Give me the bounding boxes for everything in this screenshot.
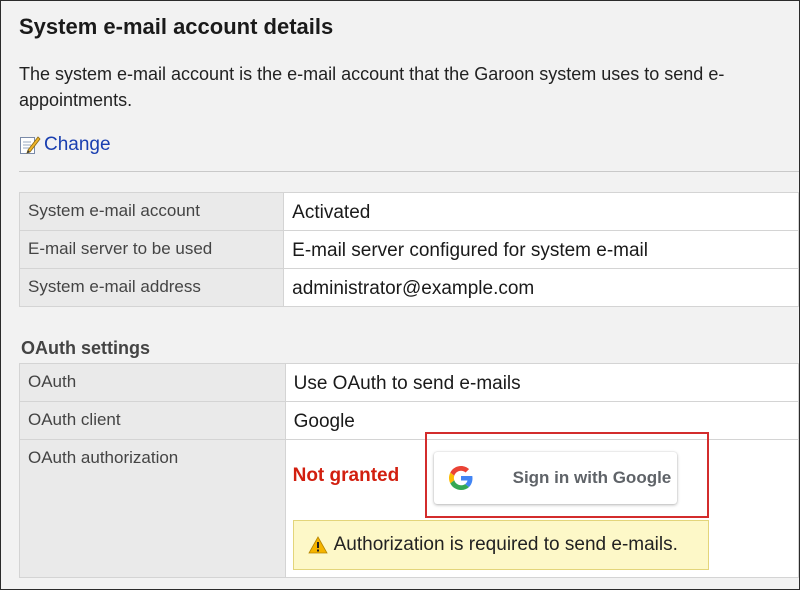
row-label: OAuth authorization — [19, 439, 286, 578]
row-label: OAuth client — [19, 401, 286, 440]
row-value: E-mail server configured for system e-ma… — [283, 230, 799, 269]
section-divider — [19, 171, 799, 172]
oauth-settings-table: OAuth Use OAuth to send e-mails OAuth cl… — [19, 363, 799, 578]
table-row: OAuth authorization Not granted Sign in … — [19, 439, 799, 578]
edit-note-icon — [19, 134, 41, 156]
row-label: E-mail server to be used — [18, 230, 285, 269]
warning-triangle-icon — [307, 536, 328, 554]
row-value: Use OAuth to send e-mails — [284, 363, 799, 402]
table-row: OAuth client Google — [19, 401, 799, 440]
row-label: System e-mail account — [18, 192, 285, 231]
table-row: E-mail server to be used E-mail server c… — [18, 230, 799, 269]
table-row: OAuth Use OAuth to send e-mails — [19, 363, 799, 402]
sign-in-with-google-button[interactable]: Sign in with Google — [433, 452, 677, 504]
page-title: System e-mail account details — [19, 14, 334, 39]
table-row: System e-mail account Activated — [18, 192, 799, 231]
page-description: The system e-mail account is the e-mail … — [19, 61, 799, 113]
row-value: Google — [284, 401, 799, 440]
table-row: System e-mail address administrator@exam… — [18, 268, 799, 307]
row-label: System e-mail address — [18, 268, 285, 307]
window-frame: System e-mail account details The system… — [0, 0, 800, 590]
row-value: administrator@example.com — [283, 268, 799, 307]
oauth-settings-heading: OAuth settings — [21, 338, 150, 358]
system-email-table: System e-mail account Activated E-mail s… — [18, 192, 799, 307]
change-link[interactable]: Change — [19, 134, 111, 156]
description-line-2: appointments. — [19, 90, 133, 110]
sign-in-label[interactable]: Sign in with Google — [513, 468, 672, 488]
row-label: OAuth — [19, 363, 286, 402]
row-value: Activated — [283, 192, 799, 231]
google-g-icon — [448, 466, 473, 490]
description-line-1: The system e-mail account is the e-mail … — [19, 64, 725, 84]
change-link-label[interactable]: Change — [44, 134, 111, 156]
oauth-authorization-cell: Not granted Sign in with Google Authoriz… — [284, 439, 799, 578]
warning-text: Authorization is required to send e-mail… — [333, 534, 678, 555]
authorization-warning: Authorization is required to send e-mail… — [292, 520, 709, 570]
authorization-status: Not granted — [292, 465, 400, 486]
